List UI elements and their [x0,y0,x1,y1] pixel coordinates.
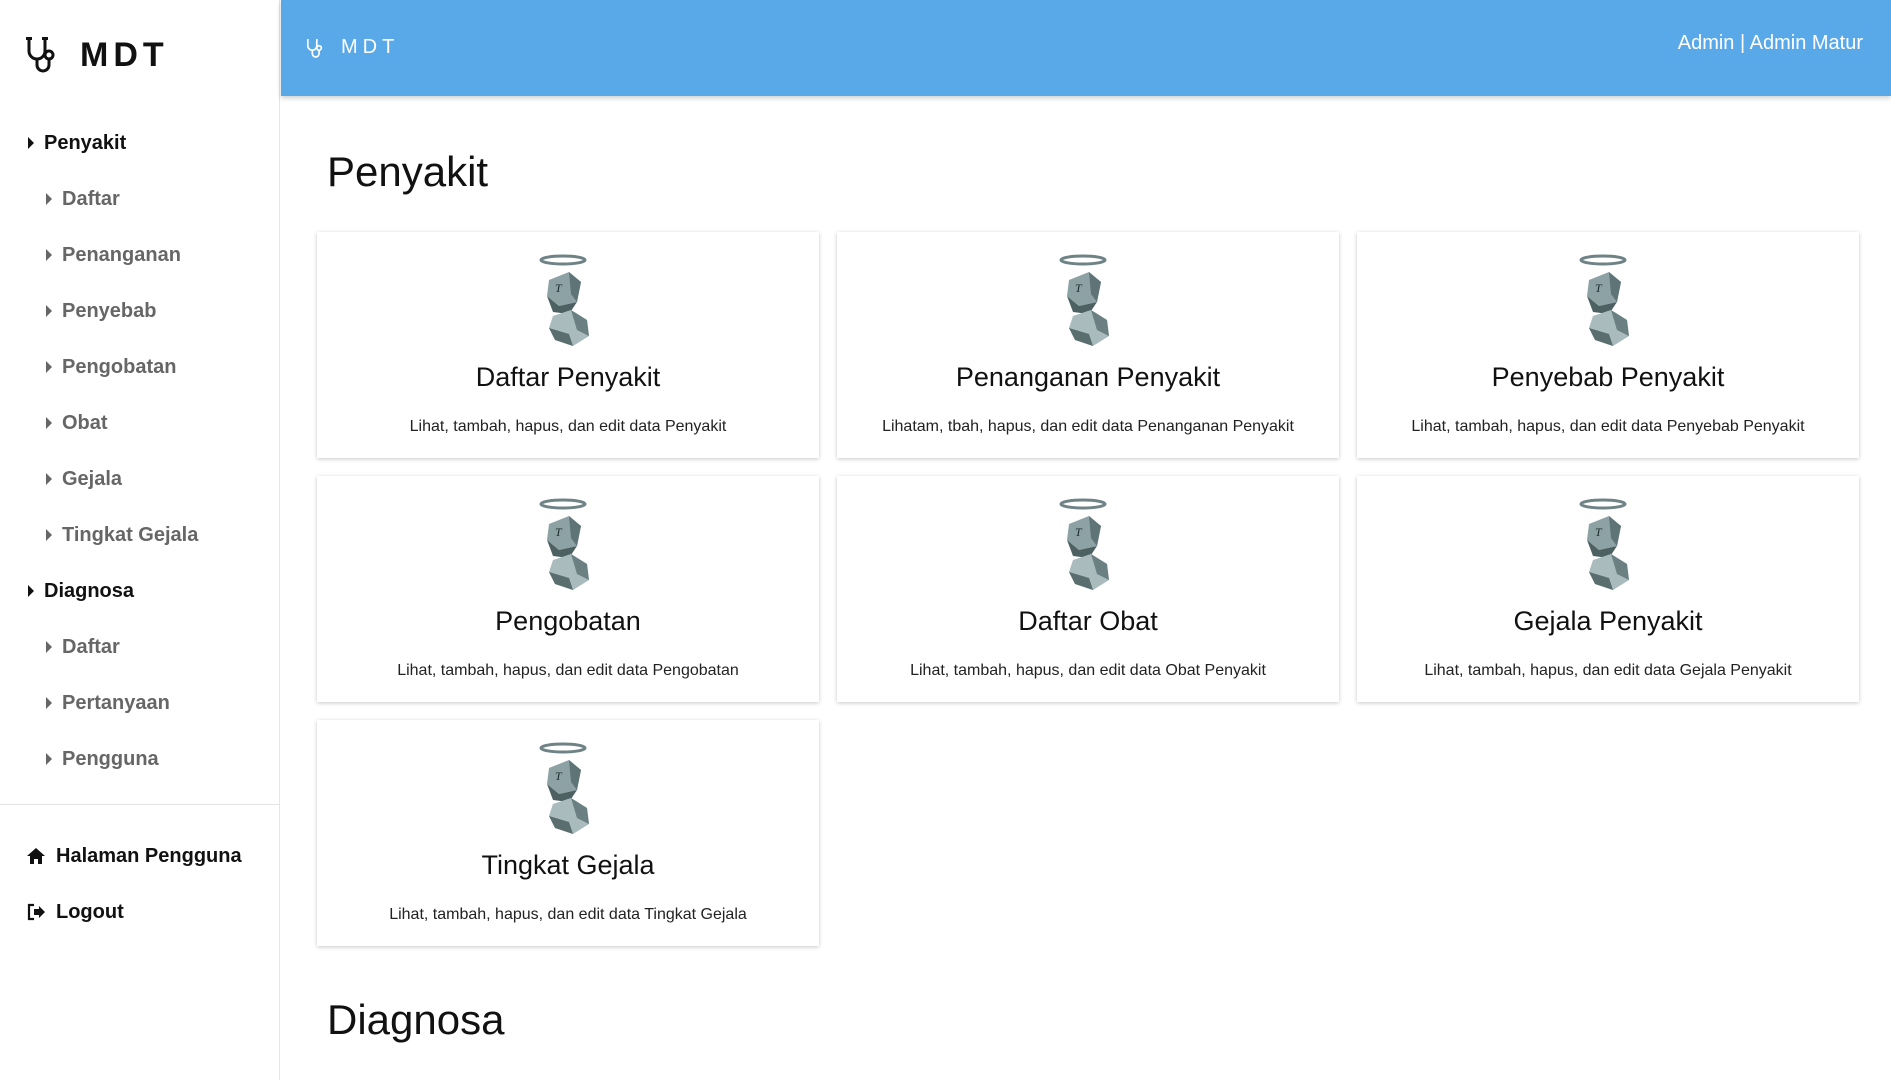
sidebar-item-label: Pengobatan [62,355,177,378]
menu-card[interactable]: T Daftar Obat Lihat, tambah, hapus, dan … [837,476,1339,702]
top-bar: MDT Admin | Admin Matur [281,0,1891,96]
caret-right-icon [46,305,52,317]
main-content: Penyakit T Daftar Penyakit Lihat, tambah… [281,96,1891,1080]
sidebar-item-penyakit[interactable]: Penyakit [0,115,280,171]
sidebar-item-label: Obat [62,411,108,434]
card-description: Lihat, tambah, hapus, dan edit data Obat… [910,662,1266,679]
caret-right-icon [28,137,34,149]
sidebar-item-pertanyaan[interactable]: Pertanyaan [0,675,280,731]
sidebar-item-penyebab[interactable]: Penyebab [0,283,280,339]
sidebar-item-obat[interactable]: Obat [0,395,280,451]
card-description: Lihat, tambah, hapus, dan edit data Peny… [409,418,727,435]
sidebar-item-label: Diagnosa [44,579,135,602]
caret-right-icon [28,585,34,597]
topbar-brand-name: MDT [341,36,400,58]
menu-card[interactable]: T Penyebab Penyakit Lihat, tambah, hapus… [1357,232,1859,458]
card-description: Lihat, tambah, hapus, dan edit data Ting… [389,906,747,923]
sidebar-item-label: Penyakit [44,131,127,154]
card-title: Daftar Penyakit [475,362,661,392]
caret-right-icon [46,753,52,765]
card-description: Lihat, tambah, hapus, dan edit data Peny… [1411,418,1805,435]
sidebar-item-label: Penyebab [62,299,157,322]
stethoscope-icon [306,38,323,58]
caret-right-icon [46,641,52,653]
caret-right-icon [46,361,52,373]
card-description: Lihat, tambah, hapus, dan edit data Geja… [1424,662,1792,679]
sidebar-divider [0,804,280,805]
home-icon [27,848,45,864]
sidebar-item-label: Halaman Pengguna [56,844,242,867]
stethoscope-icon [26,37,55,73]
sidebar-item-daftar[interactable]: Daftar [0,171,280,227]
menu-card[interactable]: T Penanganan Penyakit Lihatam, tbah, hap… [837,232,1339,458]
tooth-idol-icon: T [1579,254,1629,346]
sidebar-item-label: Pengguna [62,747,159,770]
caret-right-icon [46,193,52,205]
sidebar-item-diagnosa[interactable]: Diagnosa [0,563,280,619]
sidebar-item-tingkat-gejala[interactable]: Tingkat Gejala [0,507,280,563]
user-menu[interactable]: Admin | Admin Matur [1678,32,1863,55]
sidebar-item-label: Pertanyaan [62,691,170,714]
card-description: Lihatam, tbah, hapus, dan edit data Pena… [882,418,1294,435]
topbar-brand[interactable]: MDT [305,36,399,59]
sidebar-item-halaman-pengguna[interactable]: Halaman Pengguna [0,828,280,884]
menu-card[interactable]: T Tingkat Gejala Lihat, tambah, hapus, d… [317,720,819,946]
sidebar-item-pengguna[interactable]: Pengguna [0,731,280,787]
sidebar-item-label: Logout [56,900,124,923]
card-title: Penanganan Penyakit [955,362,1221,392]
card-title: Tingkat Gejala [481,850,655,880]
sidebar-bottom-nav: Halaman Pengguna Logout [0,828,280,940]
menu-card[interactable]: T Gejala Penyakit Lihat, tambah, hapus, … [1357,476,1859,702]
sidebar-item-penanganan[interactable]: Penanganan [0,227,280,283]
sidebar-item-diagnosa-daftar[interactable]: Daftar [0,619,280,675]
card-title: Pengobatan [495,606,641,636]
caret-right-icon [46,249,52,261]
sidebar-item-label: Daftar [62,635,120,658]
sidebar-brand[interactable]: MDT [24,34,169,76]
sidebar: MDT Penyakit Daftar Penanganan Penyebab … [0,0,280,1080]
sidebar-item-pengobatan[interactable]: Pengobatan [0,339,280,395]
menu-card[interactable]: T Pengobatan Lihat, tambah, hapus, dan e… [317,476,819,702]
sidebar-item-label: Gejala [62,467,123,490]
sidebar-item-label: Penanganan [62,243,181,266]
tooth-idol-icon: T [539,498,589,590]
card-title: Daftar Obat [1018,606,1158,636]
sidebar-item-logout[interactable]: Logout [0,884,280,940]
sidebar-item-label: Daftar [62,187,120,210]
tooth-idol-icon: T [1059,254,1109,346]
card-title: Gejala Penyakit [1513,606,1703,636]
caret-right-icon [46,529,52,541]
brand-name: MDT [80,35,169,74]
card-description: Lihat, tambah, hapus, dan edit data Peng… [397,662,739,679]
logout-icon [27,903,45,921]
caret-right-icon [46,473,52,485]
tooth-idol-icon: T [539,254,589,346]
card-title: Penyebab Penyakit [1491,362,1725,392]
section-title-penyakit: Penyakit [327,148,489,195]
sidebar-nav: Penyakit Daftar Penanganan Penyebab Peng… [0,115,280,787]
tooth-idol-icon: T [1059,498,1109,590]
tooth-idol-icon: T [539,742,589,834]
caret-right-icon [46,697,52,709]
section-title-diagnosa: Diagnosa [327,996,505,1043]
menu-card[interactable]: T Daftar Penyakit Lihat, tambah, hapus, … [317,232,819,458]
caret-right-icon [46,417,52,429]
tooth-idol-icon: T [1579,498,1629,590]
sidebar-item-label: Tingkat Gejala [62,523,199,546]
sidebar-item-gejala[interactable]: Gejala [0,451,280,507]
